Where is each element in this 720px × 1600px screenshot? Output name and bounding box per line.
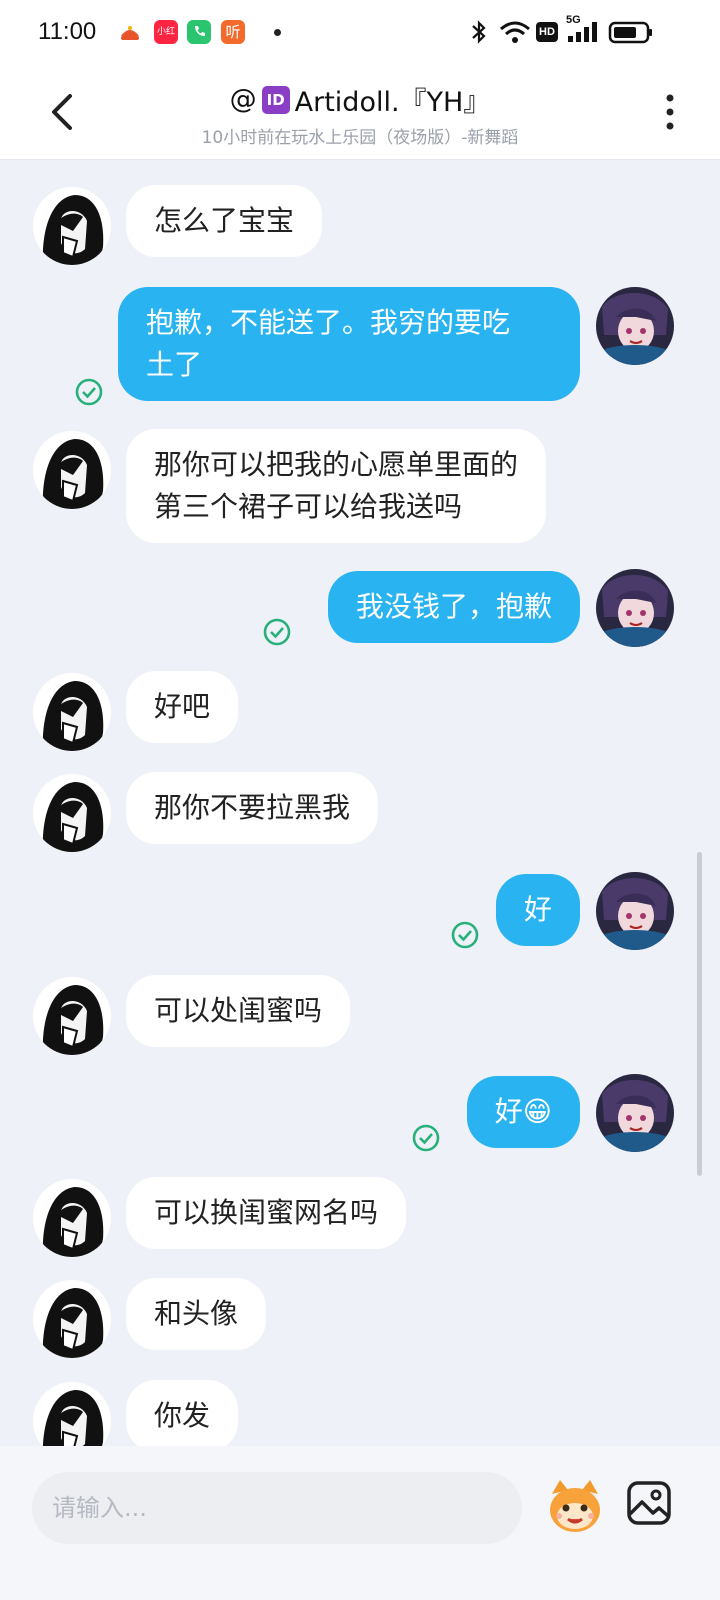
read-check-icon xyxy=(412,1124,440,1152)
status-bar: 11:00 小红书 听 HD 5G xyxy=(0,0,720,64)
app-notification-icon xyxy=(118,20,142,44)
message-bubble-received[interactable]: 可以处闺蜜吗 xyxy=(126,975,351,1047)
message-list[interactable]: 怎么了宝宝 抱歉，不能送了。我穷的要吃 土了 那你可以把我的心愿单里面的 第三个… xyxy=(0,160,720,1446)
read-check-icon xyxy=(451,921,479,949)
bluetooth-icon xyxy=(472,20,486,44)
message-bubble-sent[interactable]: 我没钱了，抱歉 xyxy=(327,571,580,643)
scrollbar[interactable] xyxy=(697,852,702,1176)
contact-avatar[interactable] xyxy=(33,774,111,852)
message-bubble-sent[interactable]: 好😁 xyxy=(466,1076,580,1148)
title-name: Artidoll.『YH』 xyxy=(294,87,491,118)
contact-avatar[interactable] xyxy=(33,1382,111,1446)
chat-title-area[interactable]: @ ID Artidoll.『YH』 10小时前在玩水上乐园（夜场版）-新舞蹈 xyxy=(140,80,580,148)
message-bubble-received[interactable]: 那你可以把我的心愿单里面的 第三个裙子可以给我送吗 xyxy=(126,429,547,543)
contact-avatar[interactable] xyxy=(33,187,111,265)
message-bubble-received[interactable]: 可以换闺蜜网名吗 xyxy=(126,1177,407,1249)
contact-name: @ ID Artidoll.『YH』 xyxy=(230,80,491,119)
contact-avatar[interactable] xyxy=(33,1280,111,1358)
signal-strength-icon xyxy=(568,22,597,42)
message-bubble-received[interactable]: 你发 xyxy=(126,1380,239,1446)
message-bubble-received[interactable]: 那你不要拉黑我 xyxy=(126,772,379,844)
hd-icon: HD xyxy=(536,22,558,42)
message-bubble-received[interactable]: 和头像 xyxy=(126,1278,267,1350)
status-time: 11:00 xyxy=(38,18,97,45)
read-check-icon xyxy=(75,378,103,406)
battery-icon xyxy=(608,21,652,44)
contact-avatar[interactable] xyxy=(33,431,111,509)
contact-activity-status: 10小时前在玩水上乐园（夜场版）-新舞蹈 xyxy=(201,128,519,148)
my-avatar[interactable] xyxy=(596,1074,674,1152)
contact-avatar[interactable] xyxy=(33,1179,111,1257)
image-picker-button[interactable] xyxy=(626,1480,672,1526)
my-avatar[interactable] xyxy=(596,872,674,950)
title-at-sign: @ xyxy=(229,84,257,115)
message-bubble-sent[interactable]: 好 xyxy=(495,874,580,946)
message-bubble-received[interactable]: 好吧 xyxy=(126,671,239,743)
notification-dot-icon xyxy=(274,29,281,36)
phone-app-icon xyxy=(187,20,211,44)
id-badge-icon: ID xyxy=(261,85,290,114)
input-bar: 请输入... xyxy=(0,1446,720,1600)
read-check-icon xyxy=(263,618,291,646)
back-button[interactable] xyxy=(44,90,80,134)
emoji-sticker-button[interactable] xyxy=(544,1474,606,1536)
xiaohongshu-icon: 小红书 xyxy=(154,20,178,61)
my-avatar[interactable] xyxy=(596,569,674,647)
message-input[interactable]: 请输入... xyxy=(32,1472,522,1544)
listen-app-icon: 听 xyxy=(221,20,245,44)
my-avatar[interactable] xyxy=(596,287,674,365)
message-bubble-sent[interactable]: 抱歉，不能送了。我穷的要吃 土了 xyxy=(118,287,580,401)
contact-avatar[interactable] xyxy=(33,673,111,751)
contact-avatar[interactable] xyxy=(33,977,111,1055)
more-options-button[interactable] xyxy=(658,92,682,132)
message-bubble-received[interactable]: 怎么了宝宝 xyxy=(126,185,323,257)
wifi-icon xyxy=(500,21,530,43)
chat-header: @ ID Artidoll.『YH』 10小时前在玩水上乐园（夜场版）-新舞蹈 xyxy=(0,64,720,160)
